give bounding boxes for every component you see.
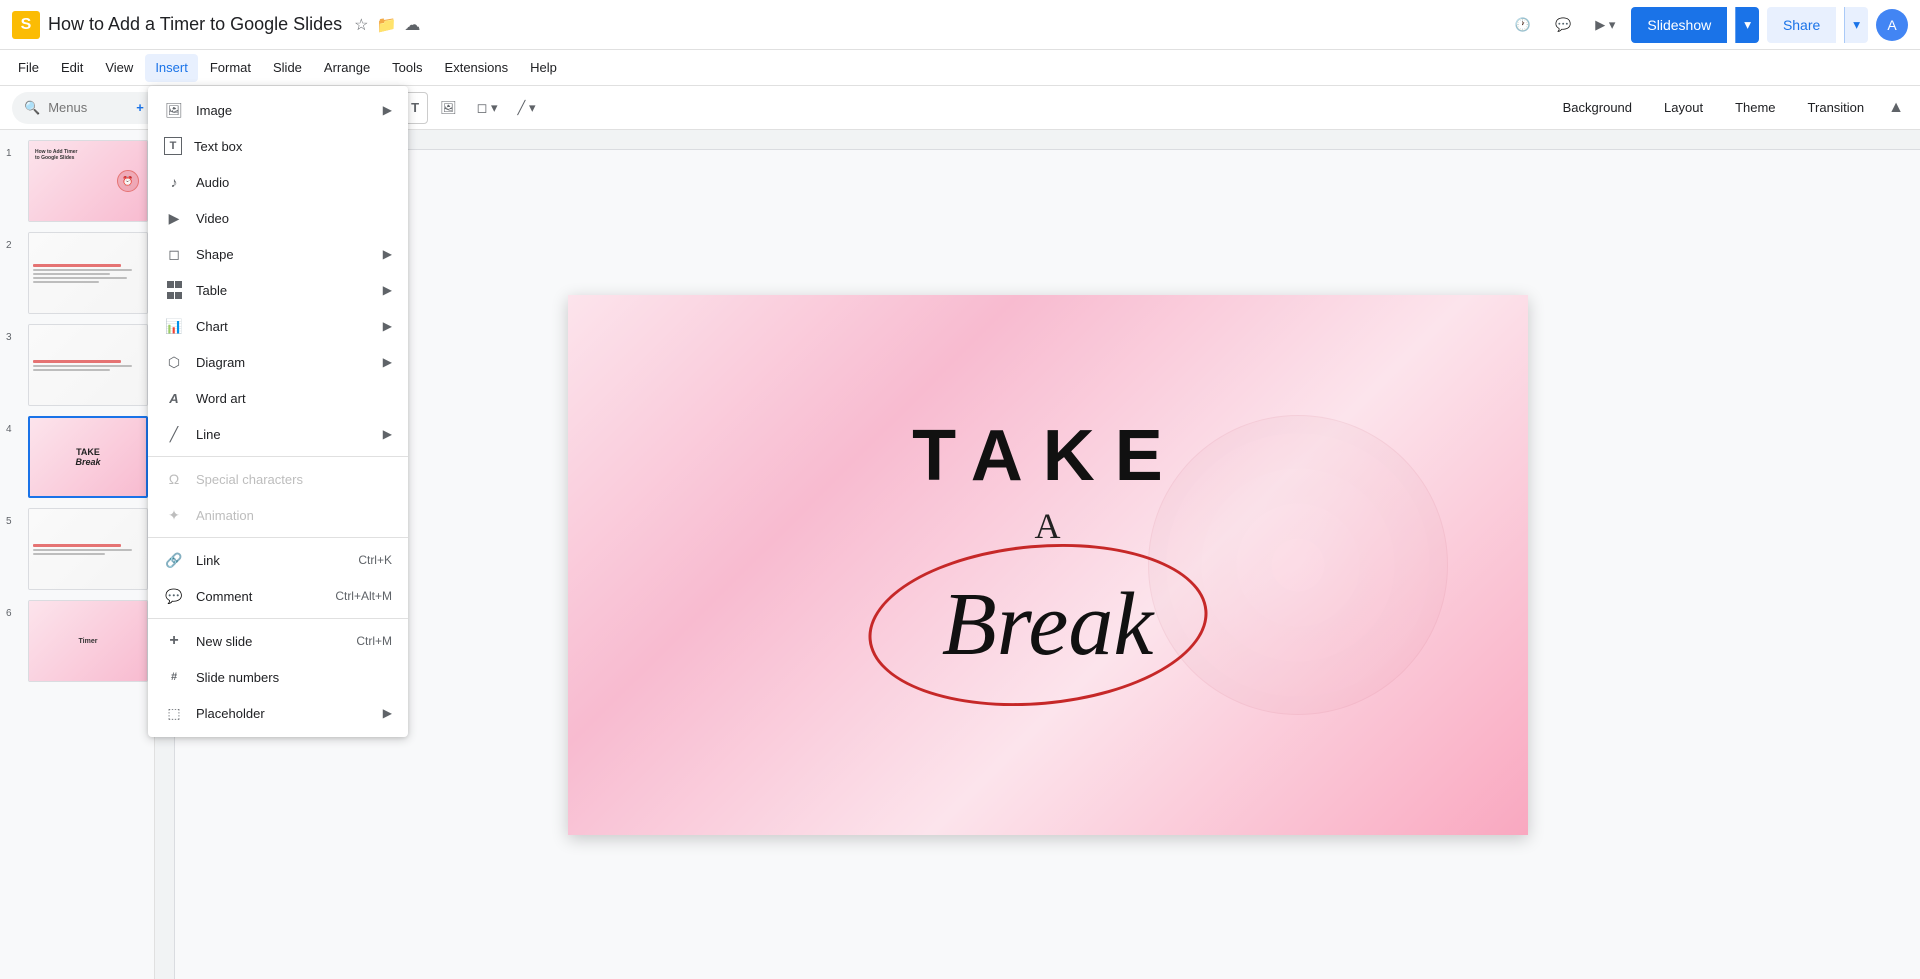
diagram-menu-icon: ⬡	[164, 352, 184, 372]
text-box-menu-icon: T	[164, 137, 182, 155]
audio-menu-label: Audio	[196, 175, 392, 190]
table-menu-icon	[164, 280, 184, 300]
new-slide-menu-icon: +	[164, 631, 184, 651]
word-art-menu-label: Word art	[196, 391, 392, 406]
chart-menu-icon: 📊	[164, 316, 184, 336]
video-menu-label: Video	[196, 211, 392, 226]
diagram-menu-label: Diagram	[196, 355, 371, 370]
placeholder-menu-icon: ⬚	[164, 703, 184, 723]
menu-item-chart[interactable]: 📊 Chart ▶	[148, 308, 408, 344]
menu-item-line[interactable]: ╱ Line ▶	[148, 416, 408, 452]
insert-dropdown-menu: 🖼 Image ▶ T Text box ♪ Audio ▶ Video ◻ S…	[148, 86, 408, 737]
diagram-menu-arrow: ▶	[383, 355, 392, 369]
table-menu-label: Table	[196, 283, 371, 298]
menu-item-new-slide[interactable]: + New slide Ctrl+M	[148, 623, 408, 659]
animation-menu-label: Animation	[196, 508, 392, 523]
menu-item-link[interactable]: 🔗 Link Ctrl+K	[148, 542, 408, 578]
line-menu-label: Line	[196, 427, 371, 442]
link-menu-shortcut: Ctrl+K	[358, 553, 392, 567]
slide-numbers-menu-icon: #	[164, 667, 184, 687]
image-menu-arrow: ▶	[383, 103, 392, 117]
menu-item-diagram[interactable]: ⬡ Diagram ▶	[148, 344, 408, 380]
table-menu-arrow: ▶	[383, 283, 392, 297]
menu-divider-3	[148, 618, 408, 619]
menu-item-video[interactable]: ▶ Video	[148, 200, 408, 236]
chart-menu-arrow: ▶	[383, 319, 392, 333]
menu-item-image[interactable]: 🖼 Image ▶	[148, 92, 408, 128]
placeholder-menu-arrow: ▶	[383, 706, 392, 720]
word-art-menu-icon: A	[164, 388, 184, 408]
animation-menu-icon: ✦	[164, 505, 184, 525]
chart-menu-label: Chart	[196, 319, 371, 334]
audio-menu-icon: ♪	[164, 172, 184, 192]
special-chars-menu-icon: Ω	[164, 469, 184, 489]
menu-item-audio[interactable]: ♪ Audio	[148, 164, 408, 200]
image-menu-label: Image	[196, 103, 371, 118]
menu-item-shape[interactable]: ◻ Shape ▶	[148, 236, 408, 272]
placeholder-menu-label: Placeholder	[196, 706, 371, 721]
image-menu-icon: 🖼	[164, 100, 184, 120]
shape-menu-label: Shape	[196, 247, 371, 262]
shape-menu-icon: ◻	[164, 244, 184, 264]
menu-item-word-art[interactable]: A Word art	[148, 380, 408, 416]
comment-menu-label: Comment	[196, 589, 323, 604]
special-chars-menu-label: Special characters	[196, 472, 392, 487]
menu-item-placeholder[interactable]: ⬚ Placeholder ▶	[148, 695, 408, 731]
new-slide-menu-label: New slide	[196, 634, 344, 649]
menu-item-comment[interactable]: 💬 Comment Ctrl+Alt+M	[148, 578, 408, 614]
link-menu-icon: 🔗	[164, 550, 184, 570]
link-menu-label: Link	[196, 553, 346, 568]
line-menu-arrow: ▶	[383, 427, 392, 441]
menu-divider-1	[148, 456, 408, 457]
comment-menu-icon: 💬	[164, 586, 184, 606]
menu-item-special-characters: Ω Special characters	[148, 461, 408, 497]
comment-menu-shortcut: Ctrl+Alt+M	[335, 589, 392, 603]
menu-item-slide-numbers[interactable]: # Slide numbers	[148, 659, 408, 695]
menu-item-animation: ✦ Animation	[148, 497, 408, 533]
menu-item-text-box[interactable]: T Text box	[148, 128, 408, 164]
text-box-menu-label: Text box	[194, 139, 392, 154]
video-menu-icon: ▶	[164, 208, 184, 228]
line-menu-icon: ╱	[164, 424, 184, 444]
slide-numbers-menu-label: Slide numbers	[196, 670, 392, 685]
menu-item-table[interactable]: Table ▶	[148, 272, 408, 308]
new-slide-menu-shortcut: Ctrl+M	[356, 634, 392, 648]
menu-divider-2	[148, 537, 408, 538]
shape-menu-arrow: ▶	[383, 247, 392, 261]
